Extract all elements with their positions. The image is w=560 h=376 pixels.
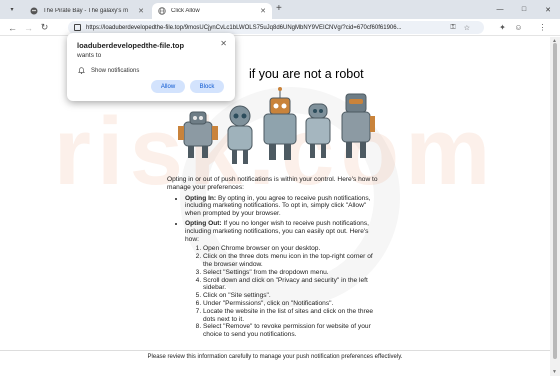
site-info-icon[interactable] (74, 24, 81, 31)
vertical-scrollbar[interactable]: ▲ ▼ (550, 37, 560, 376)
tab-title: Click Allow (171, 8, 200, 14)
bookmark-star-icon[interactable]: ☆ (464, 24, 470, 32)
tab-close-icon[interactable]: ✕ (138, 7, 144, 15)
new-tab-icon[interactable]: + (276, 3, 282, 14)
step-item: Select "Settings" from the dropdown menu… (203, 269, 382, 277)
maximize-icon[interactable]: □ (512, 0, 536, 19)
step-item: Under "Permissions", click on "Notificat… (203, 300, 382, 308)
intro-paragraph: Opting in or out of push notifications i… (167, 176, 378, 191)
permission-row: Show notifications (78, 67, 139, 74)
instructions-text: Opting in or out of push notifications i… (167, 176, 382, 341)
options-list: Opting In: By opting in, you agree to re… (185, 195, 382, 339)
pirate-bay-favicon-icon (30, 7, 38, 15)
popup-wants-to: wants to (77, 52, 102, 59)
step-item: Click on the three dots menu icon in the… (203, 253, 382, 269)
step-item: Locate the website in the list of sites … (203, 308, 382, 324)
notification-permission-popup: loaduberdevelopedthe-file.top wants to ✕… (67, 33, 235, 101)
url-text: https://loaduberdevelopedthe-file.top/9m… (86, 24, 402, 31)
page-headline: if you are not a robot (249, 67, 364, 81)
tab-title: The Pirate Bay - The galaxy's m (43, 8, 129, 14)
page-footer: Please review this information carefully… (0, 350, 550, 360)
notifications-blocked-icon[interactable]: ⚿ (450, 24, 455, 32)
profile-icon[interactable]: ☺ (512, 21, 525, 34)
forward-icon[interactable]: → (22, 21, 35, 34)
permission-label: Show notifications (91, 67, 140, 74)
opt-out-item: Opting Out: If you no longer wish to rec… (185, 220, 382, 339)
globe-favicon-icon (158, 7, 166, 15)
reload-icon[interactable]: ↻ (38, 21, 51, 34)
opt-in-label: Opting In: (185, 194, 217, 202)
omnibox-icons: ⚿ ☆ (450, 24, 470, 32)
opt-out-label: Opting Out: (185, 219, 222, 227)
popup-site-name: loaduberdevelopedthe-file.top (77, 41, 185, 50)
window-controls: — □ ✕ (488, 0, 560, 19)
close-window-icon[interactable]: ✕ (536, 0, 560, 19)
block-button[interactable]: Block (190, 80, 224, 93)
opt-out-steps: Open Chrome browser on your desktop. Cli… (203, 245, 382, 339)
extensions-icon[interactable]: ✦ (496, 21, 509, 34)
step-item: Scroll down and click on "Privacy and se… (203, 277, 382, 293)
scrollbar-thumb[interactable] (553, 43, 557, 359)
allow-button[interactable]: Allow (151, 80, 185, 93)
step-item: Select "Remove" to revoke permission for… (203, 323, 382, 339)
scroll-down-icon[interactable]: ▼ (552, 369, 557, 375)
bell-icon (78, 67, 85, 74)
menu-icon[interactable]: ⋮ (536, 21, 549, 34)
close-icon[interactable]: ✕ (220, 39, 227, 48)
tab-pirate-bay[interactable]: The Pirate Bay - The galaxy's m ✕ (24, 3, 150, 19)
tab-close-icon[interactable]: ✕ (260, 7, 266, 15)
back-icon[interactable]: ← (6, 21, 19, 34)
step-item: Open Chrome browser on your desktop. (203, 245, 382, 253)
tab-strip: ▾ The Pirate Bay - The galaxy's m ✕ Clic… (0, 0, 560, 19)
minimize-icon[interactable]: — (488, 0, 512, 19)
step-item: Click on "Site settings". (203, 292, 382, 300)
tab-click-allow[interactable]: Click Allow ✕ (152, 3, 272, 19)
opt-in-item: Opting In: By opting in, you agree to re… (185, 195, 382, 218)
tab-search-icon[interactable]: ▾ (6, 4, 18, 15)
